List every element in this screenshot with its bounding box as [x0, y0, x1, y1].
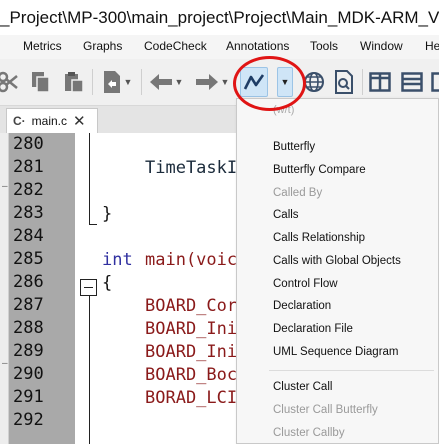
fold-guide — [89, 133, 90, 225]
menu-codecheck[interactable]: CodeCheck — [144, 39, 207, 53]
line-number: 289 — [13, 341, 44, 361]
line-number: 285 — [13, 249, 44, 269]
menu-item-declaration[interactable]: Declaration — [273, 300, 331, 312]
menu-metrics[interactable]: Metrics — [23, 39, 62, 53]
close-icon[interactable]: ✕ — [73, 112, 86, 130]
menu-separator — [269, 370, 434, 371]
menu-item-butterfly[interactable]: Butterfly — [273, 141, 315, 153]
line-number: 287 — [13, 295, 44, 315]
chevron-down-icon: ▼ — [174, 77, 184, 87]
line-number: 290 — [13, 364, 44, 384]
menu-help[interactable]: He — [425, 39, 439, 53]
line-number: 282 — [13, 180, 44, 200]
cut-icon — [0, 71, 19, 93]
code-main-signature: main(voic — [145, 250, 238, 270]
code-line-288: BOARD_Ini — [145, 319, 238, 339]
menu-item-control-flow[interactable]: Control Flow — [273, 278, 338, 290]
code-line-281: TimeTaskI — [145, 158, 238, 178]
menu-item-cluster-call[interactable]: Cluster Call — [273, 381, 332, 393]
graphs-dropdown-menu: (w/t) Butterfly Butterfly Compare Called… — [236, 98, 439, 444]
layout-rows-button[interactable] — [399, 67, 425, 97]
menu-graphs[interactable]: Graphs — [83, 39, 122, 53]
menu-item-calls[interactable]: Calls — [273, 209, 299, 221]
toolbar-separator — [362, 69, 363, 95]
layout-columns-icon — [369, 72, 391, 92]
layout-more-button[interactable] — [431, 67, 439, 97]
window-title-bar: _Project\MP-300\main_project\Project\Mai… — [0, 0, 439, 35]
cut-button[interactable] — [0, 67, 20, 97]
line-number: 292 — [13, 410, 44, 430]
layout-more-icon — [431, 72, 439, 92]
code-line-283: } — [102, 204, 113, 224]
line-number: 286 — [13, 272, 44, 292]
back-arrow-icon — [149, 73, 173, 91]
menu-tools[interactable]: Tools — [310, 39, 338, 53]
toolbar-separator — [92, 69, 93, 95]
chevron-down-icon: ▼ — [123, 77, 133, 87]
paste-icon — [64, 71, 84, 93]
back-button[interactable]: ▼ — [146, 67, 186, 97]
forward-arrow-icon — [195, 73, 219, 91]
code-keyword-int: int — [102, 250, 133, 270]
tab-label: main.c — [31, 114, 68, 128]
layout-rows-icon — [401, 72, 423, 92]
menu-item-butterfly-compare[interactable]: Butterfly Compare — [273, 164, 366, 176]
file-action-icon — [102, 70, 122, 94]
copy-button[interactable] — [29, 67, 53, 97]
code-line-287: BOARD_Cor — [145, 296, 238, 316]
menu-item-called-by[interactable]: Called By — [273, 187, 322, 199]
code-line-290: BOARD_Boc — [145, 365, 238, 385]
highlight-circle — [233, 56, 306, 111]
line-number: 283 — [13, 203, 44, 223]
line-number: 291 — [13, 387, 44, 407]
layout-columns-button[interactable] — [367, 67, 393, 97]
menu-item-calls-global-objects[interactable]: Calls with Global Objects — [273, 255, 401, 267]
code-line-289: BOARD_Ini — [145, 342, 238, 362]
menu-item-cluster-call-butterfly[interactable]: Cluster Call Butterfly — [273, 404, 378, 416]
file-action-button[interactable]: ▼ — [97, 67, 137, 97]
line-number: 284 — [13, 226, 44, 246]
menu-item-uml-sequence-diagram[interactable]: UML Sequence Diagram — [273, 346, 399, 358]
forward-button[interactable]: ▼ — [190, 67, 234, 97]
document-search-icon — [334, 70, 354, 94]
chevron-down-icon: ▼ — [220, 77, 230, 87]
menu-item-declaration-file[interactable]: Declaration File — [273, 323, 353, 335]
fold-guide — [89, 296, 90, 444]
document-search-button[interactable] — [331, 67, 357, 97]
menu-bar: Metrics Graphs CodeCheck Annotations Too… — [0, 35, 439, 59]
code-line-291: BORAD_LCI — [145, 388, 238, 408]
tab-main-c[interactable]: C· main.c ✕ — [6, 108, 98, 133]
browser-icon — [303, 71, 325, 93]
c-file-icon: C· — [13, 114, 26, 128]
fold-toggle[interactable] — [80, 279, 97, 296]
line-number: 288 — [13, 318, 44, 338]
menu-window[interactable]: Window — [360, 39, 403, 53]
code-line-286: { — [102, 273, 113, 293]
menu-annotations[interactable]: Annotations — [226, 39, 289, 53]
paste-button[interactable] — [62, 67, 86, 97]
menu-item-calls-relationship[interactable]: Calls Relationship — [273, 232, 365, 244]
window-title: _Project\MP-300\main_project\Project\Mai… — [0, 8, 439, 27]
menu-item-cluster-callby[interactable]: Cluster Callby — [273, 427, 345, 439]
line-number: 280 — [13, 134, 44, 154]
side-panel-edge: – – — [0, 133, 9, 444]
copy-icon — [31, 71, 51, 93]
fold-guide-end — [89, 224, 97, 225]
toolbar-separator — [141, 69, 142, 95]
line-number: 281 — [13, 157, 44, 177]
